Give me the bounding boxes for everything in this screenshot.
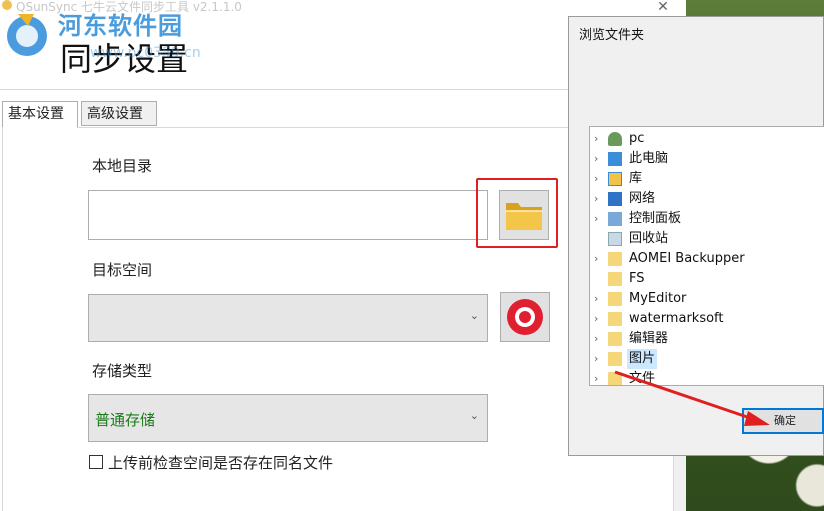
library-icon [608,172,622,186]
tree-item[interactable]: FS [590,269,824,289]
tree-item-label: 控制面板 [629,211,682,226]
storage-type-value: 普通存储 [95,411,156,429]
folder-tree[interactable]: › pc › 此电脑 › 库 › 网络 › 控制面板 回收站 › AOMEI Backupper FS › M… [589,126,824,386]
tree-item-label: watermarksoft [629,311,724,326]
folder-icon [608,292,622,306]
recycle-bin-icon [608,232,622,246]
tree-item[interactable]: › 编辑器 [590,329,824,349]
tree-item[interactable]: › MyEditor [590,289,824,309]
tree-item[interactable]: › 文件 [590,369,824,386]
tree-item[interactable]: 回收站 [590,229,824,249]
tree-item[interactable]: › 控制面板 [590,209,824,229]
chevron-right-icon[interactable]: › [594,289,598,309]
tree-item-label: 此电脑 [629,151,669,166]
folder-icon [608,272,622,286]
tree-item-label: 文件 [629,371,656,386]
dialog-title: 浏览文件夹 [579,28,645,43]
folder-icon [608,372,622,385]
chevron-right-icon[interactable]: › [594,349,598,369]
refresh-button[interactable] [500,292,550,342]
user-icon [608,132,622,146]
tree-item-label: AOMEI Backupper [629,251,745,266]
tree-item-label: pc [629,131,645,146]
control-panel-icon [608,212,622,226]
tree-item-label: 回收站 [629,231,669,246]
storage-type-label: 存储类型 [92,362,153,380]
tree-item-label: 图片 [627,349,658,369]
tab-basic-settings[interactable]: 基本设置 [2,101,78,128]
folder-icon [608,252,622,266]
watermark-logo-icon [7,14,47,56]
chevron-down-icon: ⌄ [469,409,479,422]
chevron-right-icon[interactable]: › [594,129,598,149]
chevron-right-icon[interactable]: › [594,309,598,329]
folder-icon [608,312,622,326]
storage-type-select[interactable]: 普通存储 ⌄ [88,394,488,442]
refresh-icon-core [519,311,531,323]
check-duplicate-label: 上传前检查空间是否存在同名文件 [108,454,334,472]
highlight-box [476,178,558,248]
computer-icon [608,152,622,166]
tree-item-label: FS [629,271,645,286]
chevron-right-icon[interactable]: › [594,189,598,209]
chevron-right-icon[interactable]: › [594,209,598,229]
tree-item-label: 编辑器 [629,331,669,346]
tree-item[interactable]: › pc [590,129,824,149]
network-icon [608,192,622,206]
target-space-label: 目标空间 [92,261,153,279]
tree-item[interactable]: › 网络 [590,189,824,209]
tree-item[interactable]: › watermarksoft [590,309,824,329]
target-space-select[interactable]: ⌄ [88,294,488,342]
watermark-url: www.pc0359.cn [90,45,201,61]
folder-icon [608,352,622,366]
tree-item[interactable]: › AOMEI Backupper [590,249,824,269]
local-dir-label: 本地目录 [92,157,153,175]
tree-item[interactable]: › 图片 [590,349,824,369]
tree-item-label: MyEditor [629,291,687,306]
ok-button[interactable]: 确定 [742,408,824,434]
tab-advanced-settings[interactable]: 高级设置 [81,101,157,126]
close-icon[interactable]: ✕ [656,0,670,14]
tree-item-label: 网络 [629,191,656,206]
local-dir-input[interactable] [88,190,488,240]
chevron-right-icon[interactable]: › [594,369,598,385]
folder-icon [608,332,622,346]
chevron-right-icon[interactable]: › [594,329,598,349]
chevron-right-icon[interactable]: › [594,149,598,169]
chevron-right-icon[interactable]: › [594,249,598,269]
tree-item[interactable]: › 库 [590,169,824,189]
tree-item[interactable]: › 此电脑 [590,149,824,169]
chevron-down-icon: ⌄ [469,309,479,322]
check-duplicate-checkbox[interactable] [89,455,103,469]
tree-item-label: 库 [629,171,643,186]
chevron-right-icon[interactable]: › [594,169,598,189]
